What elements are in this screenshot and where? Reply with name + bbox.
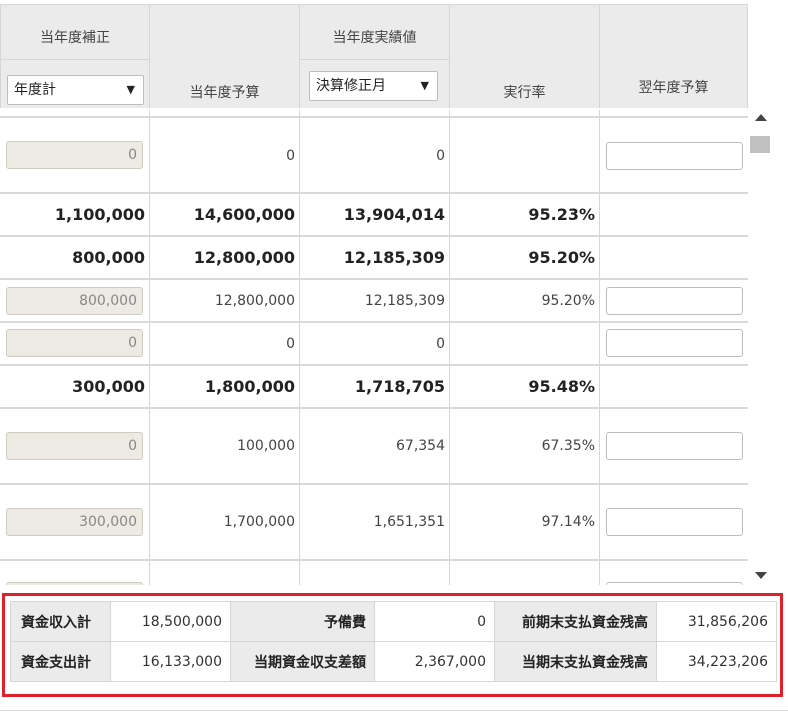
yosan-cell: 14,600,000 xyxy=(193,205,295,224)
scroll-up-icon[interactable] xyxy=(755,114,767,121)
scroll-down-icon[interactable] xyxy=(755,572,767,579)
table-row: 0 0 0 xyxy=(0,323,748,364)
rate-cell: 95.48% xyxy=(528,377,595,396)
rate-cell: 95.20% xyxy=(528,248,595,267)
table-row-total: 300,000 1,800,000 1,718,705 95.48% xyxy=(0,366,748,407)
table-header: 当年度補正 年度計 ▼ 当年度予算 当年度実績値 決算修正月 ▼ 実行率 翌年度… xyxy=(0,0,748,110)
jisseki-cell: 0 xyxy=(436,335,445,352)
total-income-value: 18,500,000 xyxy=(110,601,231,642)
table-row: 800,000 12,800,000 12,185,309 95.20% xyxy=(0,280,748,321)
header-rate-label: 実行率 xyxy=(503,85,546,101)
reserve-fund-value: 0 xyxy=(374,601,495,642)
next-yosan-input[interactable] xyxy=(606,582,743,585)
table-row: 0 0 0 xyxy=(0,118,748,194)
chevron-down-icon: ▼ xyxy=(420,79,429,92)
yosan-cell: 1,800,000 xyxy=(204,377,295,396)
hosei-cell: 1,100,000 xyxy=(54,205,145,224)
jisseki-cell: 13,904,014 xyxy=(343,205,445,224)
scrollbar-thumb[interactable] xyxy=(750,136,770,153)
header-yosan-label: 当年度予算 xyxy=(189,85,260,101)
reserve-fund-label: 予備費 xyxy=(230,601,375,642)
rate-cell: 95.20% xyxy=(541,292,595,309)
header-hosei-title: 当年度補正 xyxy=(40,30,110,46)
hosei-readonly-field xyxy=(6,582,143,585)
table-row-total: 1,100,000 14,600,000 13,904,014 95.23% xyxy=(0,194,748,235)
hosei-period-select-value: 年度計 xyxy=(14,82,56,98)
yosan-cell: 100,000 xyxy=(237,438,295,454)
summary-table: 資金収入計 18,500,000 予備費 0 前期末支払資金残高 31,856,… xyxy=(10,601,777,682)
hosei-cell: 800,000 xyxy=(72,248,145,267)
header-next-yosan-label: 翌年度予算 xyxy=(638,80,709,96)
period-balance-diff-value: 2,367,000 xyxy=(374,641,495,682)
prev-period-balance-value: 31,856,206 xyxy=(656,601,777,642)
jisseki-month-select[interactable]: 決算修正月 ▼ xyxy=(309,71,438,101)
table-row xyxy=(0,561,748,585)
rate-cell: 67.35% xyxy=(541,438,595,454)
total-expense-value: 16,133,000 xyxy=(110,641,231,682)
summary-panel: 資金収入計 18,500,000 予備費 0 前期末支払資金残高 31,856,… xyxy=(2,593,783,697)
end-period-balance-value: 34,223,206 xyxy=(656,641,777,682)
header-jisseki-title: 当年度実績値 xyxy=(332,30,417,46)
yosan-cell: 0 xyxy=(286,335,295,352)
yosan-cell: 12,800,000 xyxy=(214,292,295,309)
jisseki-cell: 12,185,309 xyxy=(364,292,445,309)
jisseki-month-select-value: 決算修正月 xyxy=(316,78,386,94)
header-jisseki: 当年度実績値 決算修正月 ▼ xyxy=(300,4,450,108)
jisseki-cell: 1,718,705 xyxy=(354,377,445,396)
table-row-total: 800,000 12,800,000 12,185,309 95.20% xyxy=(0,237,748,278)
period-balance-diff-label: 当期資金収支差額 xyxy=(230,641,375,682)
hosei-readonly-field: 0 xyxy=(6,329,143,357)
table-row: 300,000 1,700,000 1,651,351 97.14% xyxy=(0,485,748,559)
end-period-balance-label: 当期末支払資金残高 xyxy=(494,641,657,682)
header-rate: 実行率 xyxy=(450,4,600,108)
total-expense-label: 資金支出計 xyxy=(10,641,111,682)
yosan-cell: 1,700,000 xyxy=(223,514,295,530)
summary-row: 資金収入計 18,500,000 予備費 0 前期末支払資金残高 31,856,… xyxy=(10,601,777,642)
hosei-readonly-field: 0 xyxy=(6,432,143,460)
table-body: 0 0 0 1,100,000 14,600,000 13,904,014 95… xyxy=(0,110,748,585)
jisseki-cell: 12,185,309 xyxy=(343,248,445,267)
vertical-scrollbar[interactable] xyxy=(748,110,774,586)
yosan-cell: 0 xyxy=(286,148,295,164)
hosei-cell: 300,000 xyxy=(72,377,145,396)
total-income-label: 資金収入計 xyxy=(10,601,111,642)
table-row: 0 100,000 67,354 67.35% xyxy=(0,409,748,483)
rate-cell: 97.14% xyxy=(541,514,595,530)
next-yosan-input[interactable] xyxy=(606,508,743,536)
next-yosan-input[interactable] xyxy=(606,432,743,460)
next-yosan-input[interactable] xyxy=(606,142,743,170)
hosei-readonly-field: 800,000 xyxy=(6,287,143,315)
rate-cell: 95.23% xyxy=(528,205,595,224)
jisseki-cell: 67,354 xyxy=(396,438,445,454)
hosei-readonly-field: 300,000 xyxy=(6,508,143,536)
rate-cell xyxy=(450,118,600,194)
header-hosei: 当年度補正 年度計 ▼ xyxy=(0,4,150,108)
jisseki-cell: 1,651,351 xyxy=(373,514,445,530)
next-yosan-input[interactable] xyxy=(606,329,743,357)
hosei-readonly-field: 0 xyxy=(6,141,143,169)
next-yosan-input[interactable] xyxy=(606,287,743,315)
summary-row: 資金支出計 16,133,000 当期資金収支差額 2,367,000 当期末支… xyxy=(10,641,777,682)
header-yosan: 当年度予算 xyxy=(150,4,300,108)
jisseki-cell: 0 xyxy=(436,148,445,164)
hosei-period-select[interactable]: 年度計 ▼ xyxy=(7,75,144,105)
yosan-cell: 12,800,000 xyxy=(193,248,295,267)
header-next-yosan: 翌年度予算 xyxy=(600,4,748,108)
divider xyxy=(0,710,788,711)
chevron-down-icon: ▼ xyxy=(126,83,135,96)
prev-period-balance-label: 前期末支払資金残高 xyxy=(494,601,657,642)
rate-cell xyxy=(450,323,600,364)
